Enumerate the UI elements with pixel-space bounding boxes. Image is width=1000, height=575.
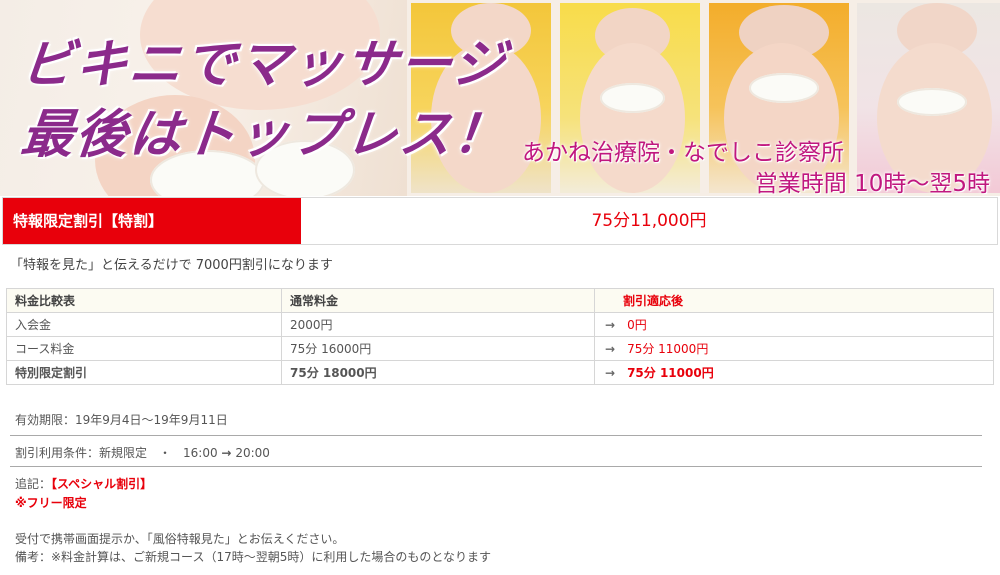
table-row: コース料金 75分 16000円 → 75分 11000円	[6, 336, 994, 361]
divider	[10, 435, 982, 436]
remarks: 備考：※料金計算は、ご新規コース（17時～翌朝5時）に利用した場合のものとなりま…	[15, 550, 492, 564]
row-item: 入会金	[6, 312, 282, 337]
row-discounted: → 75分 11000円	[594, 360, 994, 385]
row-discounted-price: 75分 11000円	[627, 342, 709, 356]
row-normal-price: 75分 18000円	[281, 360, 595, 385]
catchphrase-line-1: ビキニでマッサージ	[18, 35, 510, 95]
shop-name: あかね治療院・なでしこ診察所	[522, 140, 844, 166]
discount-note: 「特報を見た」と伝えるだけで 7000円割引になります	[10, 258, 333, 273]
row-discounted: → 75分 11000円	[594, 336, 994, 361]
usage-condition-start: 割引利用条件：新規限定 ・ 16:00	[15, 446, 218, 460]
row-normal-price: 75分 16000円	[281, 336, 595, 361]
header-normal-price: 通常料金	[281, 288, 595, 313]
row-discounted-price: 75分 11000円	[627, 366, 714, 380]
header-item: 料金比較表	[6, 288, 282, 313]
special-discount-tag: 【スペシャル割引】	[51, 477, 153, 491]
validity-period: 有効期限：19年9月4日～19年9月11日	[15, 413, 228, 427]
row-discounted: → 0円	[594, 312, 994, 337]
special-discount-price: 75分11,000円	[591, 211, 707, 231]
addendum: 追記：【スペシャル割引】	[15, 475, 152, 492]
header-discounted-price: 割引適応後	[594, 288, 994, 313]
reception-instructions: 受付で携帯画面提示か、「風俗特報見た」とお伝えください。	[15, 532, 345, 546]
table-header-row: 料金比較表 通常料金 割引適応後	[6, 288, 994, 313]
usage-condition-end: 20:00	[235, 446, 270, 460]
table-row: 特別限定割引 75分 18000円 → 75分 11000円	[6, 360, 994, 385]
row-item: 特別限定割引	[6, 360, 282, 385]
hero-banner: ビキニでマッサージ 最後はトップレス！ あかね治療院・なでしこ診察所 営業時間 …	[0, 0, 1000, 196]
free-limited-note: ※フリー限定	[15, 496, 87, 510]
arrow-right-icon: →	[605, 342, 616, 356]
catchphrase-line-2: 最後はトップレス！	[18, 105, 511, 165]
arrow-right-icon: →	[605, 318, 616, 332]
usage-condition: 割引利用条件：新規限定 ・ 16:00 → 20:00	[15, 444, 270, 461]
special-discount-label: 特報限定割引【特割】	[3, 198, 301, 244]
arrow-right-icon: →	[605, 366, 616, 380]
arrow-right-icon: →	[221, 446, 232, 460]
addendum-label: 追記：	[15, 477, 52, 491]
divider	[10, 466, 982, 467]
price-comparison-table: 料金比較表 通常料金 割引適応後 入会金 2000円 → 0円 コース料金 75分…	[6, 288, 994, 385]
table-row: 入会金 2000円 → 0円	[6, 312, 994, 337]
header-discounted-label: 割引適応後	[623, 294, 684, 308]
row-discounted-price: 0円	[627, 318, 647, 332]
business-hours: 営業時間 10時～翌5時	[754, 171, 990, 196]
row-normal-price: 2000円	[281, 312, 595, 337]
row-item: コース料金	[6, 336, 282, 361]
special-discount-row: 特報限定割引【特割】 75分11,000円	[2, 197, 998, 245]
